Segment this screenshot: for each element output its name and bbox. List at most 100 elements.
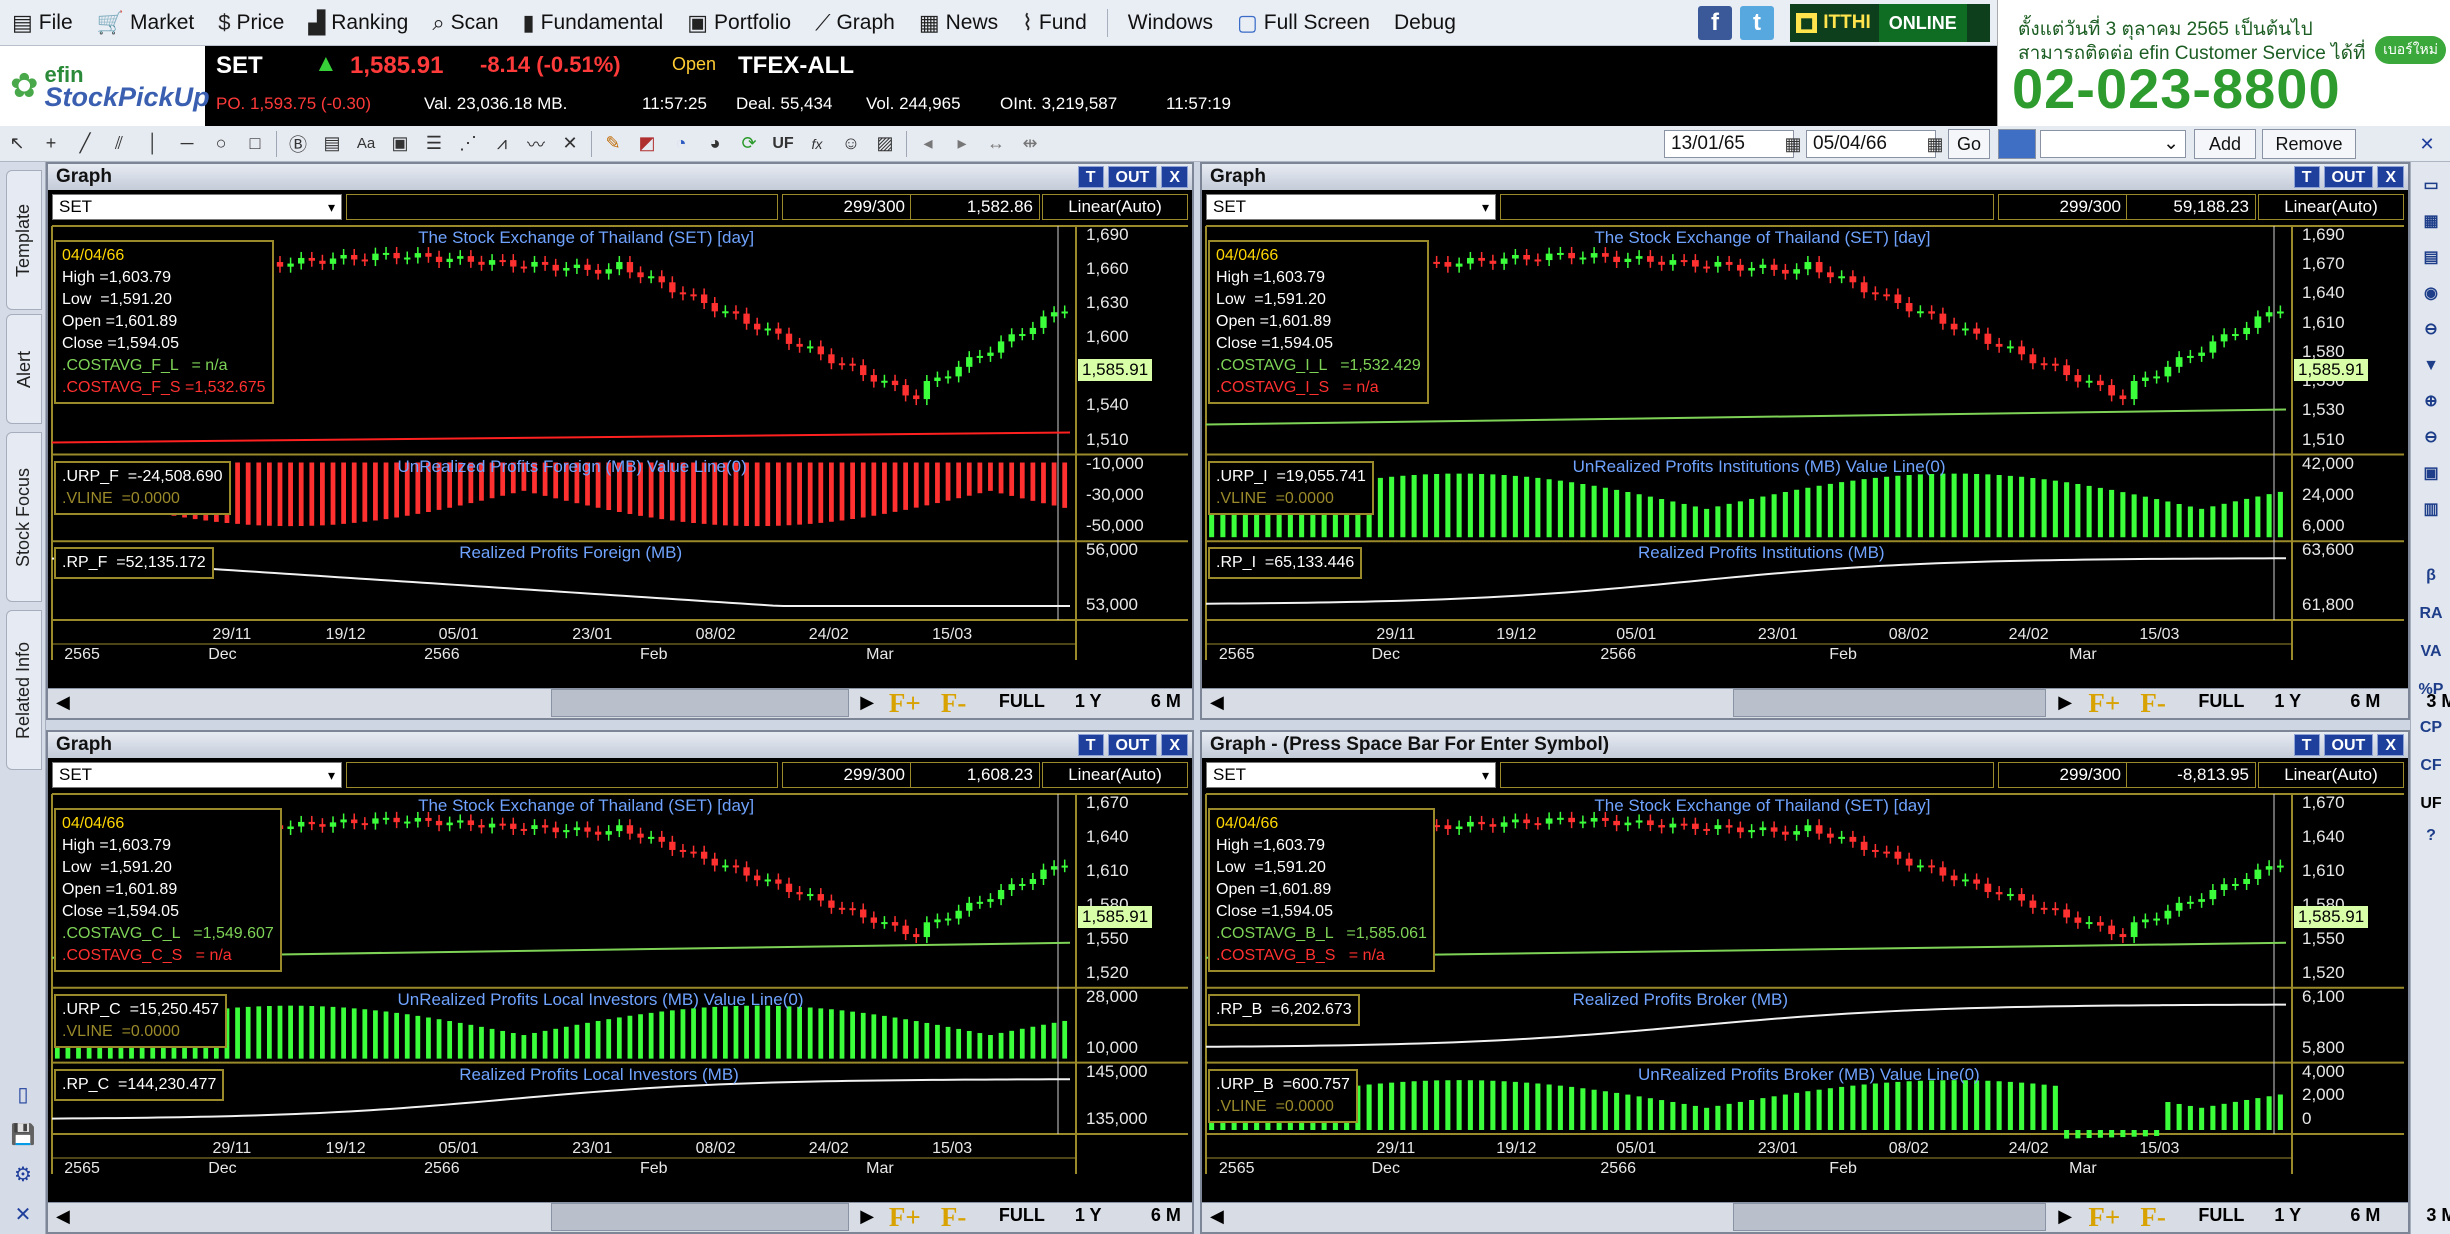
scroll-right-icon[interactable]: ▶ (860, 692, 874, 713)
twitter-icon[interactable]: t (1740, 6, 1774, 40)
chart-icon[interactable]: ▥ (2417, 496, 2445, 524)
remove-button[interactable]: Remove (2262, 129, 2356, 159)
calendar-icon[interactable]: ▦ (1778, 130, 1808, 158)
menu-item-price[interactable]: $ Price (206, 0, 296, 46)
date-to-input[interactable]: 05/04/66 (1806, 130, 1936, 158)
scroll-right-icon[interactable]: ▶ (2058, 692, 2072, 713)
menu-item-windows[interactable]: Windows (1116, 0, 1225, 46)
font-increase-button[interactable]: F+ (2088, 1202, 2120, 1233)
graph-panel[interactable]: GraphTOUTXSET299/30059,188.23Linear(Auto… (1200, 162, 2450, 720)
menu-item-portfolio[interactable]: ▣ Portfolio (675, 0, 803, 46)
date-from-input[interactable]: 13/01/65 (1664, 130, 1794, 158)
scroll-left-icon[interactable]: ◂ (913, 130, 943, 158)
menu-item-scan[interactable]: ⌕ Scan (420, 0, 510, 46)
side-tab-related-info[interactable]: Related Info (6, 610, 42, 770)
menu-item-debug[interactable]: Debug (1382, 0, 1468, 46)
period-full[interactable]: FULL (2198, 1205, 2244, 1226)
help-icon[interactable]: ? (2417, 822, 2445, 850)
minus-icon[interactable]: ⊖ (2417, 316, 2445, 344)
period-1y[interactable]: 1 Y (1075, 1205, 1102, 1226)
font-decrease-button[interactable]: F- (941, 1202, 966, 1233)
scroll-left-icon[interactable]: ◀ (1210, 1206, 1224, 1227)
zoom-in-icon[interactable]: ↔ (981, 130, 1011, 158)
circle-icon[interactable]: ○ (206, 130, 236, 158)
uf-button[interactable]: UF (768, 130, 798, 158)
doc-icon[interactable]: ▯ (10, 1082, 36, 1107)
save-icon[interactable]: 💾 (10, 1122, 36, 1147)
user-icon[interactable]: ☺ (836, 130, 866, 158)
graph-panel[interactable]: GraphTOUTXSET299/3001,582.86Linear(Auto)… (46, 162, 1257, 720)
pencil-icon[interactable]: ✎ (598, 130, 628, 158)
pointer-icon[interactable]: ↖ (2, 130, 32, 158)
advertisement-banner[interactable]: ตั้งแต่วันที่ 3 ตุลาคม 2565 เป็นต้นไป สา… (1997, 0, 2450, 126)
rectangle-icon[interactable]: □ (240, 130, 270, 158)
timer-icon[interactable]: ◔ (666, 130, 696, 158)
zoom-out-icon[interactable]: ⇹ (1015, 130, 1045, 158)
text-icon[interactable]: Aa (351, 130, 381, 158)
right-tool-va[interactable]: VA (2417, 638, 2445, 666)
indicator-select[interactable]: ⌄ (2040, 130, 2186, 158)
window-icon[interactable]: ▣ (2417, 460, 2445, 488)
period-6m[interactable]: 6 M (2350, 1205, 2380, 1226)
fibonacci-icon[interactable]: ⋰ (453, 130, 483, 158)
right-tool-uf[interactable]: UF (2417, 790, 2445, 818)
graph-panel[interactable]: GraphTOUTXSET299/3001,608.23Linear(Auto)… (46, 730, 1257, 1234)
facebook-icon[interactable]: f (1698, 6, 1732, 40)
calendar-icon[interactable]: ▦ (1920, 130, 1950, 158)
period-1y[interactable]: 1 Y (1075, 691, 1102, 712)
delete-drawing-icon[interactable]: ✕ (555, 130, 585, 158)
scroll-right-icon[interactable]: ▸ (947, 130, 977, 158)
scroll-left-icon[interactable]: ◀ (56, 692, 70, 713)
font-increase-button[interactable]: F+ (2088, 688, 2120, 719)
trendline-icon[interactable]: ╱ (70, 130, 100, 158)
vertical-line-icon[interactable]: │ (138, 130, 168, 158)
side-tab-alert[interactable]: Alert (6, 314, 42, 424)
horizontal-scrollbar[interactable] (551, 689, 849, 717)
menu-item-ranking[interactable]: ▟ Ranking (296, 0, 420, 46)
period-1y[interactable]: 1 Y (2274, 691, 2301, 712)
font-decrease-button[interactable]: F- (941, 688, 966, 719)
scroll-left-icon[interactable]: ◀ (56, 1206, 70, 1227)
period-full[interactable]: FULL (999, 1205, 1045, 1226)
period-full[interactable]: FULL (2198, 691, 2244, 712)
period-6m[interactable]: 6 M (1151, 691, 1181, 712)
crosshair-icon[interactable]: + (36, 130, 66, 158)
font-increase-button[interactable]: F+ (889, 1202, 921, 1233)
right-tool-cf[interactable]: CF (2417, 752, 2445, 780)
horizontal-scrollbar[interactable] (1732, 1203, 2047, 1231)
menu-item-market[interactable]: 🛒 Market (85, 0, 207, 46)
zoom-out-icon[interactable]: ⊖ (2417, 424, 2445, 452)
menu-item-file[interactable]: ▤ File (0, 0, 85, 46)
scroll-left-icon[interactable]: ◀ (1210, 692, 1224, 713)
palette-icon[interactable]: ◕ (700, 130, 730, 158)
menu-item-full-screen[interactable]: ▢ Full Screen (1225, 0, 1382, 46)
side-tab-stock-focus[interactable]: Stock Focus (6, 432, 42, 602)
settings-icon[interactable]: ⚙ (10, 1162, 36, 1187)
formula-icon[interactable]: fx (802, 130, 832, 158)
period-6m[interactable]: 6 M (2350, 691, 2380, 712)
font-decrease-button[interactable]: F- (2140, 1202, 2165, 1233)
period-3m[interactable]: 3 M (2426, 691, 2450, 712)
color-picker-icon[interactable] (1998, 129, 2036, 159)
refresh-icon[interactable]: ⟳ (734, 130, 764, 158)
stack-icon[interactable]: ▤ (2417, 244, 2445, 272)
right-tool-ra[interactable]: RA (2417, 600, 2445, 628)
grid-icon[interactable]: ▦ (2417, 208, 2445, 236)
right-tool-cp[interactable]: CP (2417, 714, 2445, 742)
parallel-lines-icon[interactable]: ⫽ (104, 130, 134, 158)
menu-item-graph[interactable]: ⟋ Graph (803, 0, 907, 46)
zoom-icon[interactable]: ◉ (2417, 280, 2445, 308)
font-decrease-button[interactable]: F- (2140, 688, 2165, 719)
zoom-in-icon[interactable]: ⊕ (2417, 388, 2445, 416)
go-button[interactable]: Go (1948, 129, 1990, 159)
image-icon[interactable]: ▨ (870, 130, 900, 158)
close-icon[interactable]: ✕ (10, 1202, 36, 1227)
close-toolbar-icon[interactable]: ✕ (2412, 130, 2442, 158)
horizontal-scrollbar[interactable] (551, 1203, 849, 1231)
layout-icon[interactable]: ▭ (2417, 172, 2445, 200)
right-tool-β[interactable]: β (2417, 562, 2445, 590)
filter-icon[interactable]: ▼ (2417, 352, 2445, 380)
chart-type-icon[interactable]: ▤ (317, 130, 347, 158)
scroll-right-icon[interactable]: ▶ (860, 1206, 874, 1227)
eraser-icon[interactable]: ◩ (632, 130, 662, 158)
